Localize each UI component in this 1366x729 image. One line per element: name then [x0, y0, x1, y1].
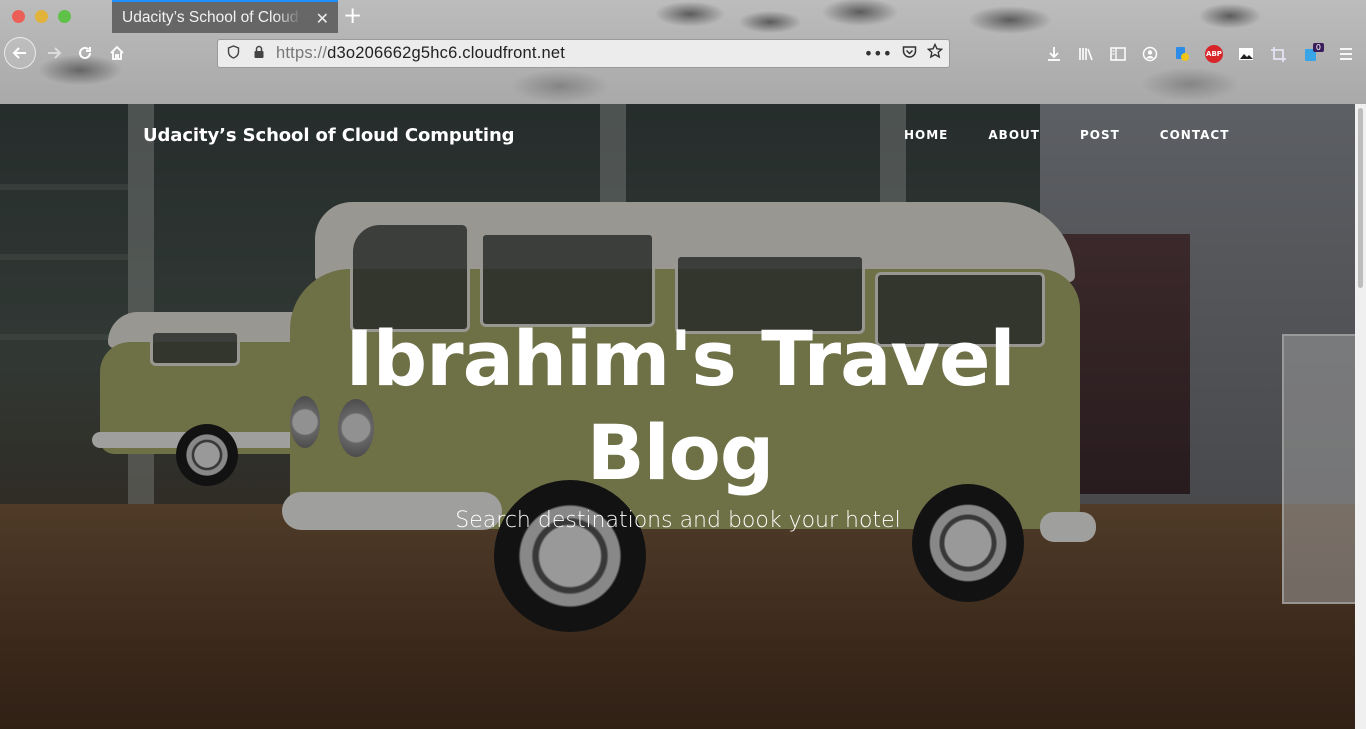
crop-icon[interactable]: [1262, 46, 1294, 62]
window-minimize-button[interactable]: [35, 10, 48, 23]
adblock-icon[interactable]: ABP: [1198, 45, 1230, 63]
pocket-icon[interactable]: [902, 44, 917, 63]
shield-icon[interactable]: [222, 44, 244, 63]
nav-contact-link[interactable]: CONTACT: [1160, 128, 1230, 142]
extension-icon[interactable]: [1166, 46, 1198, 62]
lock-icon[interactable]: [248, 45, 270, 63]
image-icon[interactable]: [1230, 47, 1262, 61]
home-icon: [110, 45, 124, 60]
account-icon[interactable]: [1134, 46, 1166, 62]
site-brand-link[interactable]: Udacity’s School of Cloud Computing: [143, 125, 515, 146]
forward-arrow-icon: [48, 47, 62, 59]
window-close-button[interactable]: [12, 10, 25, 23]
site-navigation: HOME ABOUT POST CONTACT: [904, 128, 1269, 142]
new-tab-button[interactable]: +: [343, 3, 362, 29]
hero-title-line-2: Blog: [586, 408, 775, 497]
hero-title-line-1: Ibrahim's Travel: [345, 314, 1015, 403]
bookmark-star-icon[interactable]: [926, 42, 944, 63]
back-arrow-icon: [12, 47, 26, 59]
extension-badge: 0: [1312, 42, 1324, 52]
toolbar-icons: ABP 0: [1038, 40, 1366, 68]
menu-icon[interactable]: [1326, 48, 1366, 60]
hero-title: Ibrahim's Travel Blog: [180, 312, 1180, 500]
reload-icon: [79, 46, 91, 59]
adblock-label: ABP: [1205, 45, 1223, 63]
home-button[interactable]: [102, 38, 132, 68]
nav-about-link[interactable]: ABOUT: [988, 128, 1040, 142]
url-protocol: https://: [276, 44, 328, 62]
window-maximize-button[interactable]: [58, 10, 71, 23]
browser-toolbar: Udacity’s School of Cloud Computing ✕ + …: [0, 0, 1366, 104]
forward-button[interactable]: [39, 38, 69, 68]
reload-button[interactable]: [70, 38, 100, 68]
download-icon[interactable]: [1038, 46, 1070, 62]
nav-home-link[interactable]: HOME: [904, 128, 948, 142]
url-text[interactable]: https://d3o206662g5hc6.cloudfront.net: [276, 44, 565, 63]
badge-extension-icon[interactable]: 0: [1294, 42, 1326, 62]
page-scrollbar[interactable]: [1355, 104, 1366, 729]
hero-subtitle: Search destinations and book your hotel: [455, 508, 901, 533]
back-button[interactable]: [4, 37, 36, 69]
sidebar-icon[interactable]: [1102, 47, 1134, 61]
tab-title: Udacity’s School of Cloud Computing: [122, 8, 302, 26]
nav-post-link[interactable]: POST: [1080, 128, 1120, 142]
page-viewport: Udacity’s School of Cloud Computing HOME…: [0, 104, 1355, 729]
url-host: d3o206662g5hc6.cloudfront.net: [327, 44, 566, 62]
scrollbar-thumb[interactable]: [1358, 108, 1363, 288]
address-bar[interactable]: https://d3o206662g5hc6.cloudfront.net ••…: [217, 39, 950, 68]
browser-tab-active[interactable]: Udacity’s School of Cloud Computing ✕: [112, 0, 338, 33]
page-actions-button[interactable]: •••: [864, 44, 892, 63]
library-icon[interactable]: [1070, 47, 1102, 61]
tab-close-icon[interactable]: ✕: [316, 9, 329, 28]
